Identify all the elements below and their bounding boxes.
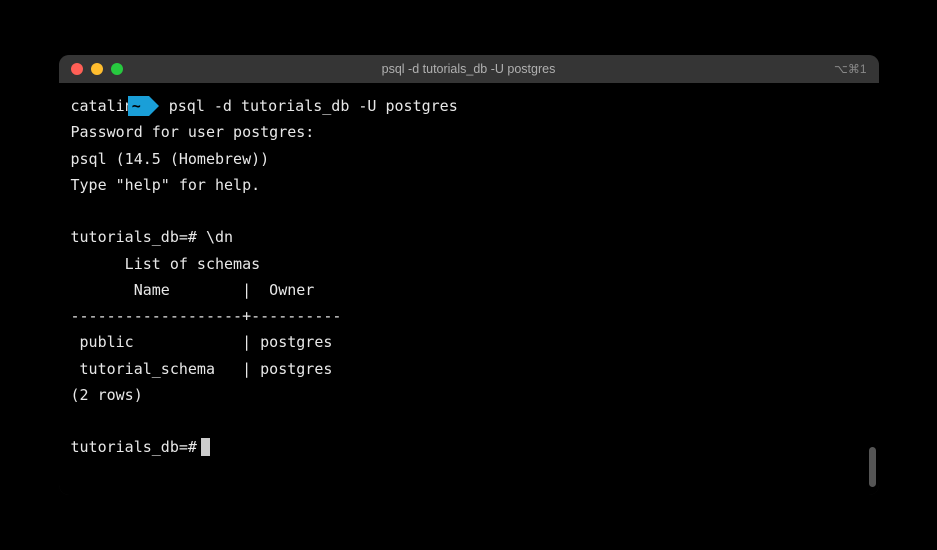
psql-prompt: tutorials_db=#	[71, 228, 197, 246]
output-password-prompt: Password for user postgres:	[71, 119, 867, 145]
terminal-body[interactable]: catalin ~ psql -d tutorials_db -U postgr…	[59, 83, 879, 495]
prompt-user: catalin	[71, 93, 134, 119]
shell-prompt-line: catalin ~ psql -d tutorials_db -U postgr…	[71, 93, 867, 119]
window-title: psql -d tutorials_db -U postgres	[382, 62, 556, 76]
output-help-hint: Type "help" for help.	[71, 172, 867, 198]
cursor-icon	[201, 438, 210, 456]
psql-command: \dn	[206, 228, 233, 246]
psql-prompt-command-line: tutorials_db=# \dn	[71, 224, 867, 250]
table-rowcount: (2 rows)	[71, 382, 867, 408]
prompt-cwd: ~	[128, 96, 149, 116]
blank-line	[71, 198, 867, 224]
psql-prompt-line: tutorials_db=#	[71, 434, 867, 460]
shell-command: psql -d tutorials_db -U postgres	[169, 93, 458, 119]
output-version: psql (14.5 (Homebrew))	[71, 146, 867, 172]
traffic-lights	[71, 63, 123, 75]
table-row: public | postgres	[71, 329, 867, 355]
maximize-icon[interactable]	[111, 63, 123, 75]
chevron-right-icon	[149, 96, 159, 116]
title-bar: psql -d tutorials_db -U postgres ⌥⌘1	[59, 55, 879, 83]
psql-prompt: tutorials_db=#	[71, 434, 197, 460]
terminal-window: psql -d tutorials_db -U postgres ⌥⌘1 cat…	[59, 55, 879, 495]
blank-line	[71, 408, 867, 434]
table-separator: -------------------+----------	[71, 303, 867, 329]
table-header: Name | Owner	[71, 277, 867, 303]
table-title: List of schemas	[71, 251, 867, 277]
prompt-cwd-badge: ~	[138, 96, 159, 116]
scrollbar-thumb[interactable]	[869, 447, 876, 487]
table-row: tutorial_schema | postgres	[71, 356, 867, 382]
window-shortcut: ⌥⌘1	[834, 62, 867, 76]
close-icon[interactable]	[71, 63, 83, 75]
minimize-icon[interactable]	[91, 63, 103, 75]
